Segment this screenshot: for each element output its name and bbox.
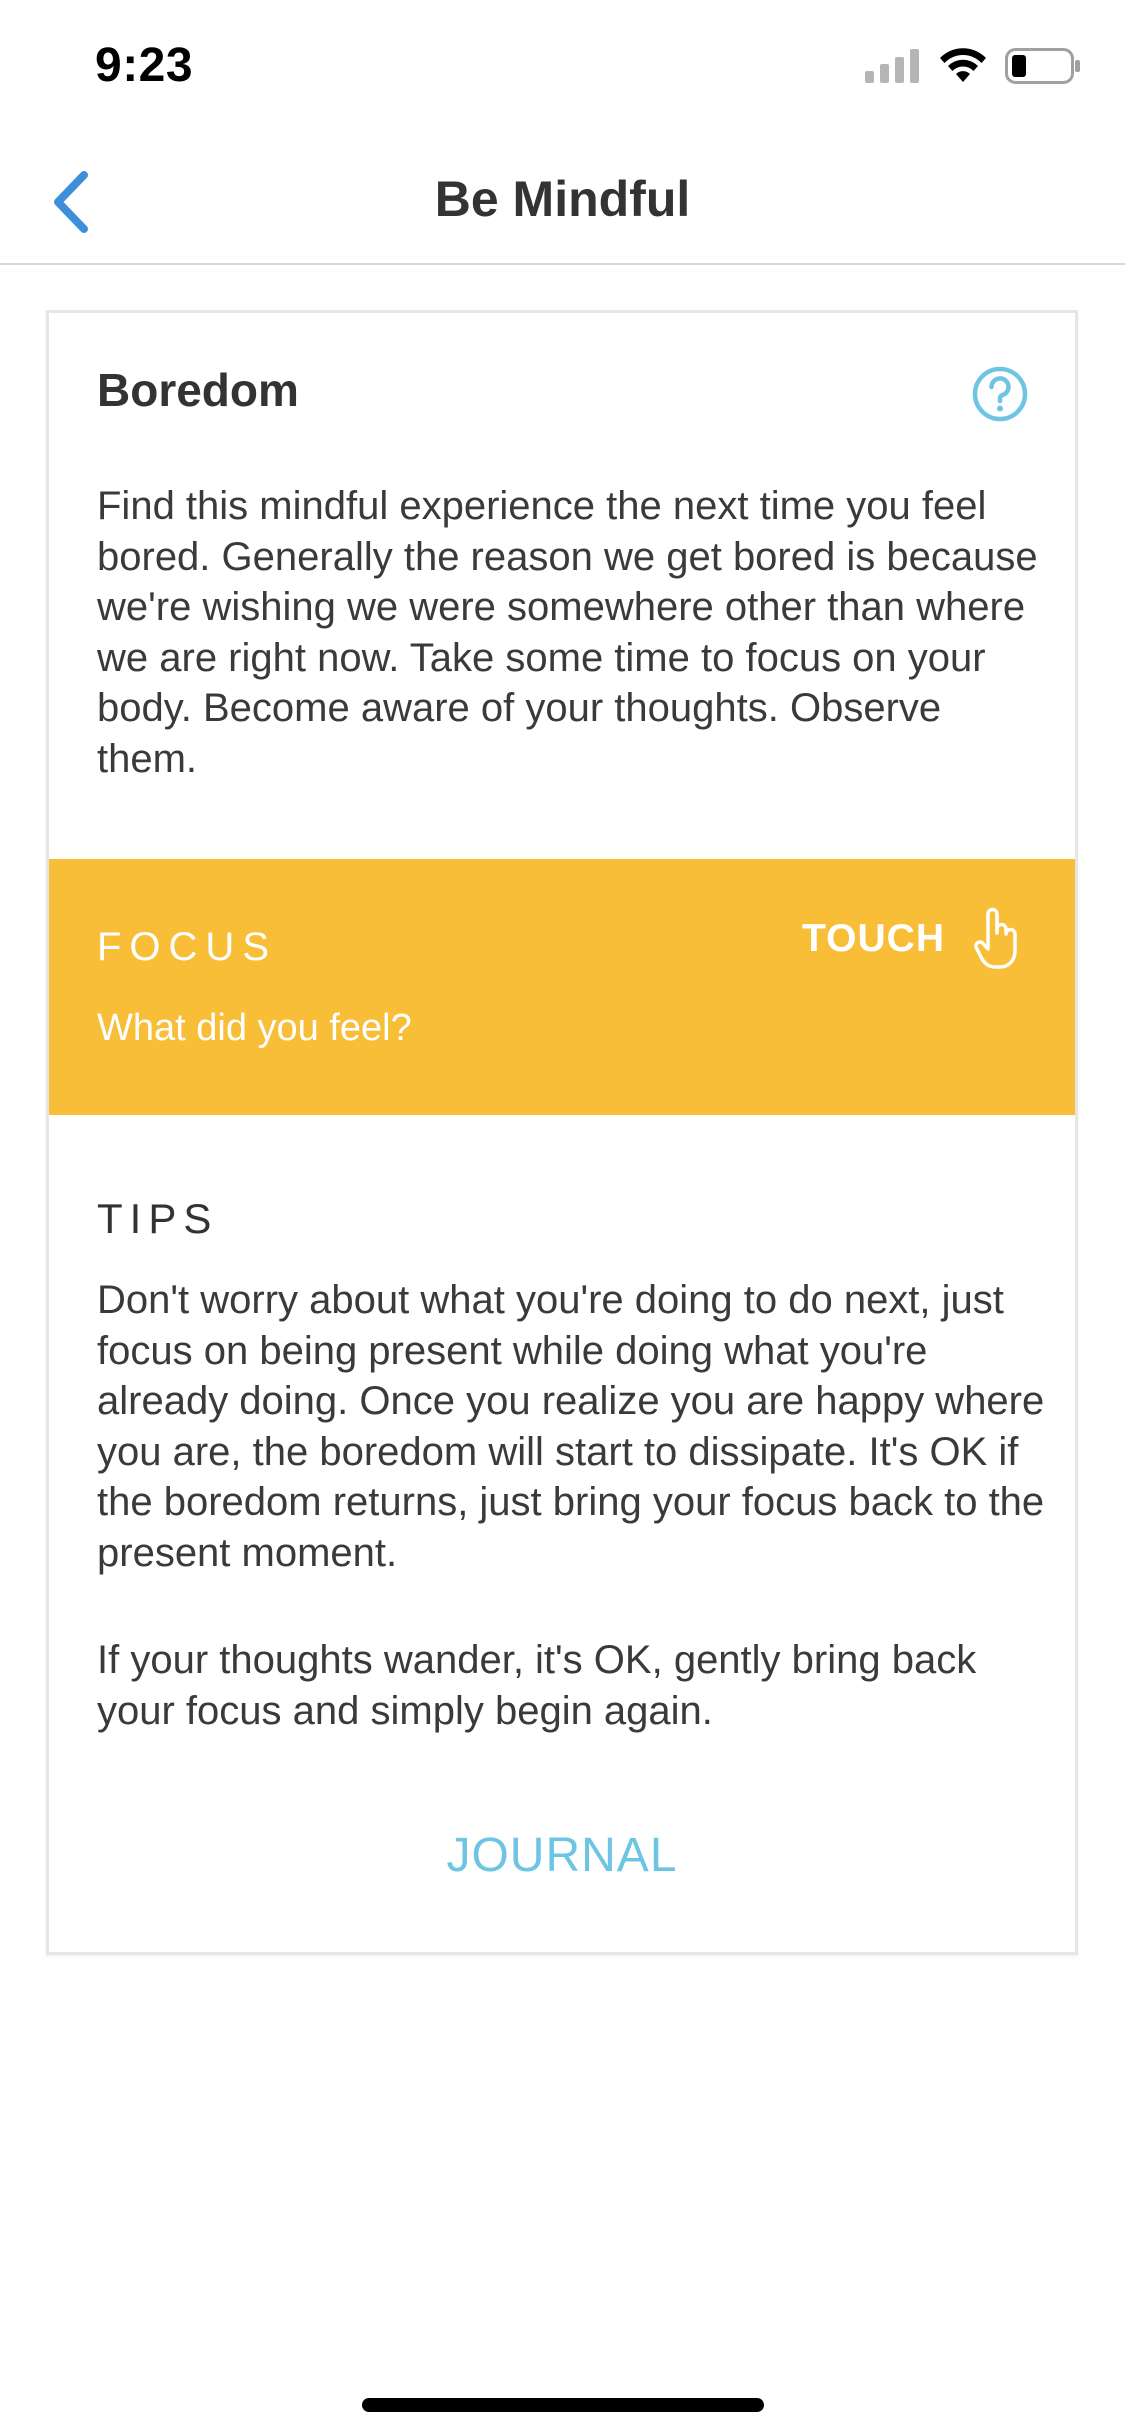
touch-action[interactable]: TOUCH [802, 907, 1023, 971]
status-time: 9:23 [95, 39, 194, 92]
cellular-signal-icon [865, 49, 919, 83]
card-title: Boredom [97, 364, 299, 416]
wifi-icon [940, 48, 986, 82]
status-bar: 9:23 [0, 0, 1125, 140]
journal-button[interactable]: JOURNAL [49, 1828, 1075, 1883]
page-title: Be Mindful [434, 171, 691, 227]
tips-paragraph: Don't worry about what you're doing to d… [97, 1278, 1045, 1575]
mindful-card: Boredom Find this mindful experience the… [46, 310, 1078, 1955]
home-indicator[interactable] [362, 2398, 764, 2412]
tips-paragraph: If your thoughts wander, it's OK, gently… [97, 1638, 977, 1733]
hand-pointer-icon [974, 907, 1017, 969]
focus-touch-area[interactable]: FOCUS What did you feel? TOUCH [49, 859, 1075, 1115]
touch-label: TOUCH [802, 917, 945, 960]
question-circle-icon[interactable] [971, 365, 1029, 423]
tips-heading: TIPS [97, 1195, 219, 1242]
status-icons [865, 48, 1081, 84]
battery-icon [1005, 48, 1080, 84]
focus-label: FOCUS [97, 925, 277, 969]
navigation-bar: Be Mindful [0, 140, 1125, 265]
card-description: Find this mindful experience the next ti… [97, 484, 1038, 781]
focus-question: What did you feel? [97, 1007, 412, 1049]
